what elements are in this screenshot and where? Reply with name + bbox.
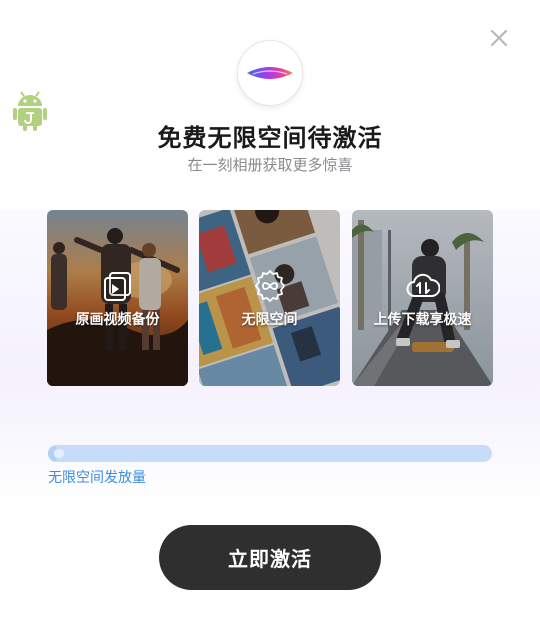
activate-now-button[interactable]: 立即激活 bbox=[159, 525, 381, 590]
feature-label: 无限空间 bbox=[241, 312, 298, 328]
dialog-subtitle: 在一刻相册获取更多惊喜 bbox=[187, 156, 353, 174]
feature-card-unlimited-space: 无限空间 bbox=[199, 210, 340, 386]
dialog-title: 免费无限空间待激活 bbox=[157, 124, 383, 152]
close-icon[interactable] bbox=[488, 27, 510, 49]
feature-cards: 原画视频备份 无限空间 上传下载享极速 bbox=[47, 210, 493, 386]
infinity-icon bbox=[255, 270, 285, 302]
feature-label: 原画视频备份 bbox=[75, 312, 160, 328]
video-play-icon bbox=[104, 272, 131, 301]
app-logo bbox=[237, 40, 303, 106]
quota-progress-label: 无限空间发放量 bbox=[48, 470, 146, 486]
feature-card-video-backup: 原画视频备份 bbox=[47, 210, 188, 386]
app-logo-mark bbox=[247, 67, 293, 79]
quota-progress-bar bbox=[48, 445, 492, 462]
quota-progress-knob bbox=[54, 449, 64, 458]
feature-card-fast-transfer: 上传下载享极速 bbox=[352, 210, 493, 386]
feature-label: 上传下载享极速 bbox=[373, 312, 472, 328]
cloud-transfer-icon bbox=[406, 273, 440, 297]
